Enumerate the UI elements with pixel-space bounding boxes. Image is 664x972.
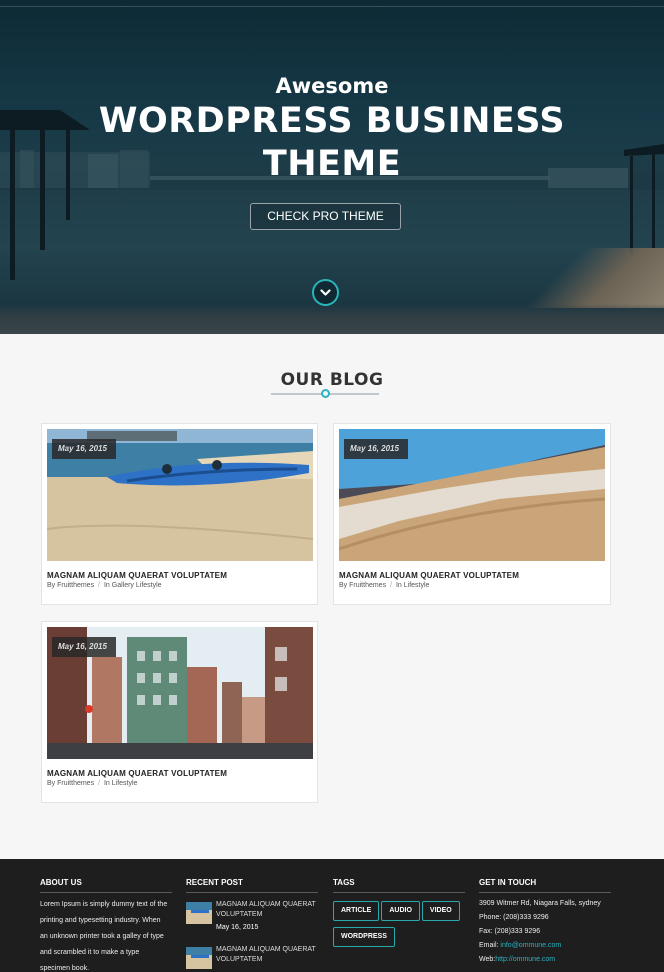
boat-foreground-image: [0, 304, 664, 334]
recent-post-title[interactable]: MAGNAM ALIQUAM QUAERAT VOLUPTATEM: [216, 900, 316, 920]
post-thumbnail[interactable]: May 16, 2015: [47, 429, 313, 561]
post-title[interactable]: MAGNAM ALIQUAM QUAERAT VOLUPTATEM: [47, 571, 227, 580]
tag-cloud: ARTICLE AUDIO VIDEO WORDPRESS: [333, 899, 465, 951]
post-meta: By Fruitthemes / In Lifestyle: [339, 582, 429, 589]
recent-post-thumbnail[interactable]: [186, 947, 212, 969]
post-thumbnail[interactable]: May 16, 2015: [47, 627, 313, 759]
tag-audio[interactable]: AUDIO: [381, 901, 420, 921]
hero-title-line-2: THEME: [262, 144, 402, 184]
blog-heading: OUR BLOG: [280, 370, 384, 390]
by-label: By: [47, 780, 56, 787]
hero-banner: Awesome WORDPRESS BUSINESS THEME CHECK P…: [0, 0, 664, 334]
recent-post-heading: RECENT POST: [186, 878, 318, 893]
chevron-down-icon: [320, 289, 331, 296]
beach-kayak-image: [186, 902, 212, 924]
contact-fax: Fax: (208)333 9296: [479, 928, 541, 935]
blog-card[interactable]: May 16, 2015 MAGNAM ALIQUAM QUAERAT VOLU…: [333, 423, 611, 605]
post-thumbnail[interactable]: May 16, 2015: [339, 429, 605, 561]
post-title[interactable]: MAGNAM ALIQUAM QUAERAT VOLUPTATEM: [47, 769, 227, 778]
post-title[interactable]: MAGNAM ALIQUAM QUAERAT VOLUPTATEM: [339, 571, 519, 580]
top-divider: [0, 6, 664, 7]
blog-card[interactable]: May 16, 2015 MAGNAM ALIQUAM QUAERAT VOLU…: [41, 621, 318, 803]
tag-wordpress[interactable]: WORDPRESS: [333, 927, 395, 947]
footer-contact: GET IN TOUCH 3909 Witmer Rd, Niagara Fal…: [479, 878, 611, 967]
post-date-badge: May 16, 2015: [52, 637, 116, 657]
get-in-touch-heading: GET IN TOUCH: [479, 878, 611, 893]
footer-tags: TAGS ARTICLE AUDIO VIDEO WORDPRESS: [333, 878, 465, 951]
in-label: In: [103, 780, 110, 787]
post-meta: By Fruitthemes / In Gallery Lifestyle: [47, 582, 162, 589]
check-pro-theme-button[interactable]: CHECK PRO THEME: [250, 203, 401, 230]
recent-post-date: May 16, 2015: [216, 924, 259, 931]
contact-email-row: Email: info@ommune.com: [479, 939, 611, 953]
in-label: In: [103, 582, 110, 589]
site-footer: ABOUT US Lorem Ipsum is simply dummy tex…: [0, 859, 664, 972]
web-label: Web:: [479, 956, 496, 963]
meta-separator: /: [98, 582, 100, 589]
post-author-link[interactable]: Fruitthemes: [57, 780, 94, 787]
tag-video[interactable]: VIDEO: [421, 901, 460, 921]
by-label: By: [339, 582, 348, 589]
email-label: Email:: [479, 942, 499, 949]
meta-separator: /: [390, 582, 392, 589]
meta-separator: /: [98, 780, 100, 787]
footer-recent-posts: RECENT POST MAGNAM ALIQUAM QUAERAT VOLUP…: [186, 878, 318, 972]
recent-post-item[interactable]: MAGNAM ALIQUAM QUAERAT VOLUPTATEM: [186, 945, 318, 972]
recent-post-thumbnail[interactable]: [186, 902, 212, 924]
contact-phone: Phone: (208)333 9296: [479, 914, 549, 921]
recent-post-item[interactable]: MAGNAM ALIQUAM QUAERAT VOLUPTATEM May 16…: [186, 900, 318, 938]
hero-subtitle: Awesome: [275, 74, 389, 98]
about-text: Lorem Ipsum is simply dummy text of the …: [40, 901, 168, 972]
tags-heading: TAGS: [333, 878, 465, 893]
tag-article[interactable]: ARTICLE: [333, 901, 380, 921]
by-label: By: [47, 582, 56, 589]
divider-dot-icon: [321, 389, 330, 398]
post-category-link[interactable]: Lifestyle: [112, 780, 138, 787]
post-date-badge: May 16, 2015: [52, 439, 116, 459]
blog-card[interactable]: May 16, 2015 MAGNAM ALIQUAM QUAERAT VOLU…: [41, 423, 318, 605]
post-category-link[interactable]: Lifestyle: [404, 582, 430, 589]
about-heading: ABOUT US: [40, 878, 172, 893]
contact-web-link[interactable]: http://ommune.com: [495, 956, 555, 963]
post-author-link[interactable]: Fruitthemes: [349, 582, 386, 589]
post-meta: By Fruitthemes / In Lifestyle: [47, 780, 137, 787]
hero-title-line-1: WORDPRESS BUSINESS: [98, 101, 566, 141]
contact-email-link[interactable]: info@ommune.com: [500, 942, 561, 949]
recent-post-title[interactable]: MAGNAM ALIQUAM QUAERAT VOLUPTATEM: [216, 945, 316, 965]
contact-address: 3909 Witmer Rd, Niagara Falls, sydney: [479, 900, 601, 907]
contact-web-row: Web:http://ommune.com: [479, 953, 611, 967]
footer-about: ABOUT US Lorem Ipsum is simply dummy tex…: [40, 878, 172, 972]
post-date-badge: May 16, 2015: [344, 439, 408, 459]
hero-title: WORDPRESS BUSINESS THEME: [0, 100, 664, 186]
post-author-link[interactable]: Fruitthemes: [57, 582, 94, 589]
scroll-down-button[interactable]: [312, 279, 339, 306]
beach-kayak-image: [186, 947, 212, 969]
shore-image: [524, 248, 664, 308]
post-category-link[interactable]: Gallery Lifestyle: [112, 582, 162, 589]
in-label: In: [395, 582, 402, 589]
